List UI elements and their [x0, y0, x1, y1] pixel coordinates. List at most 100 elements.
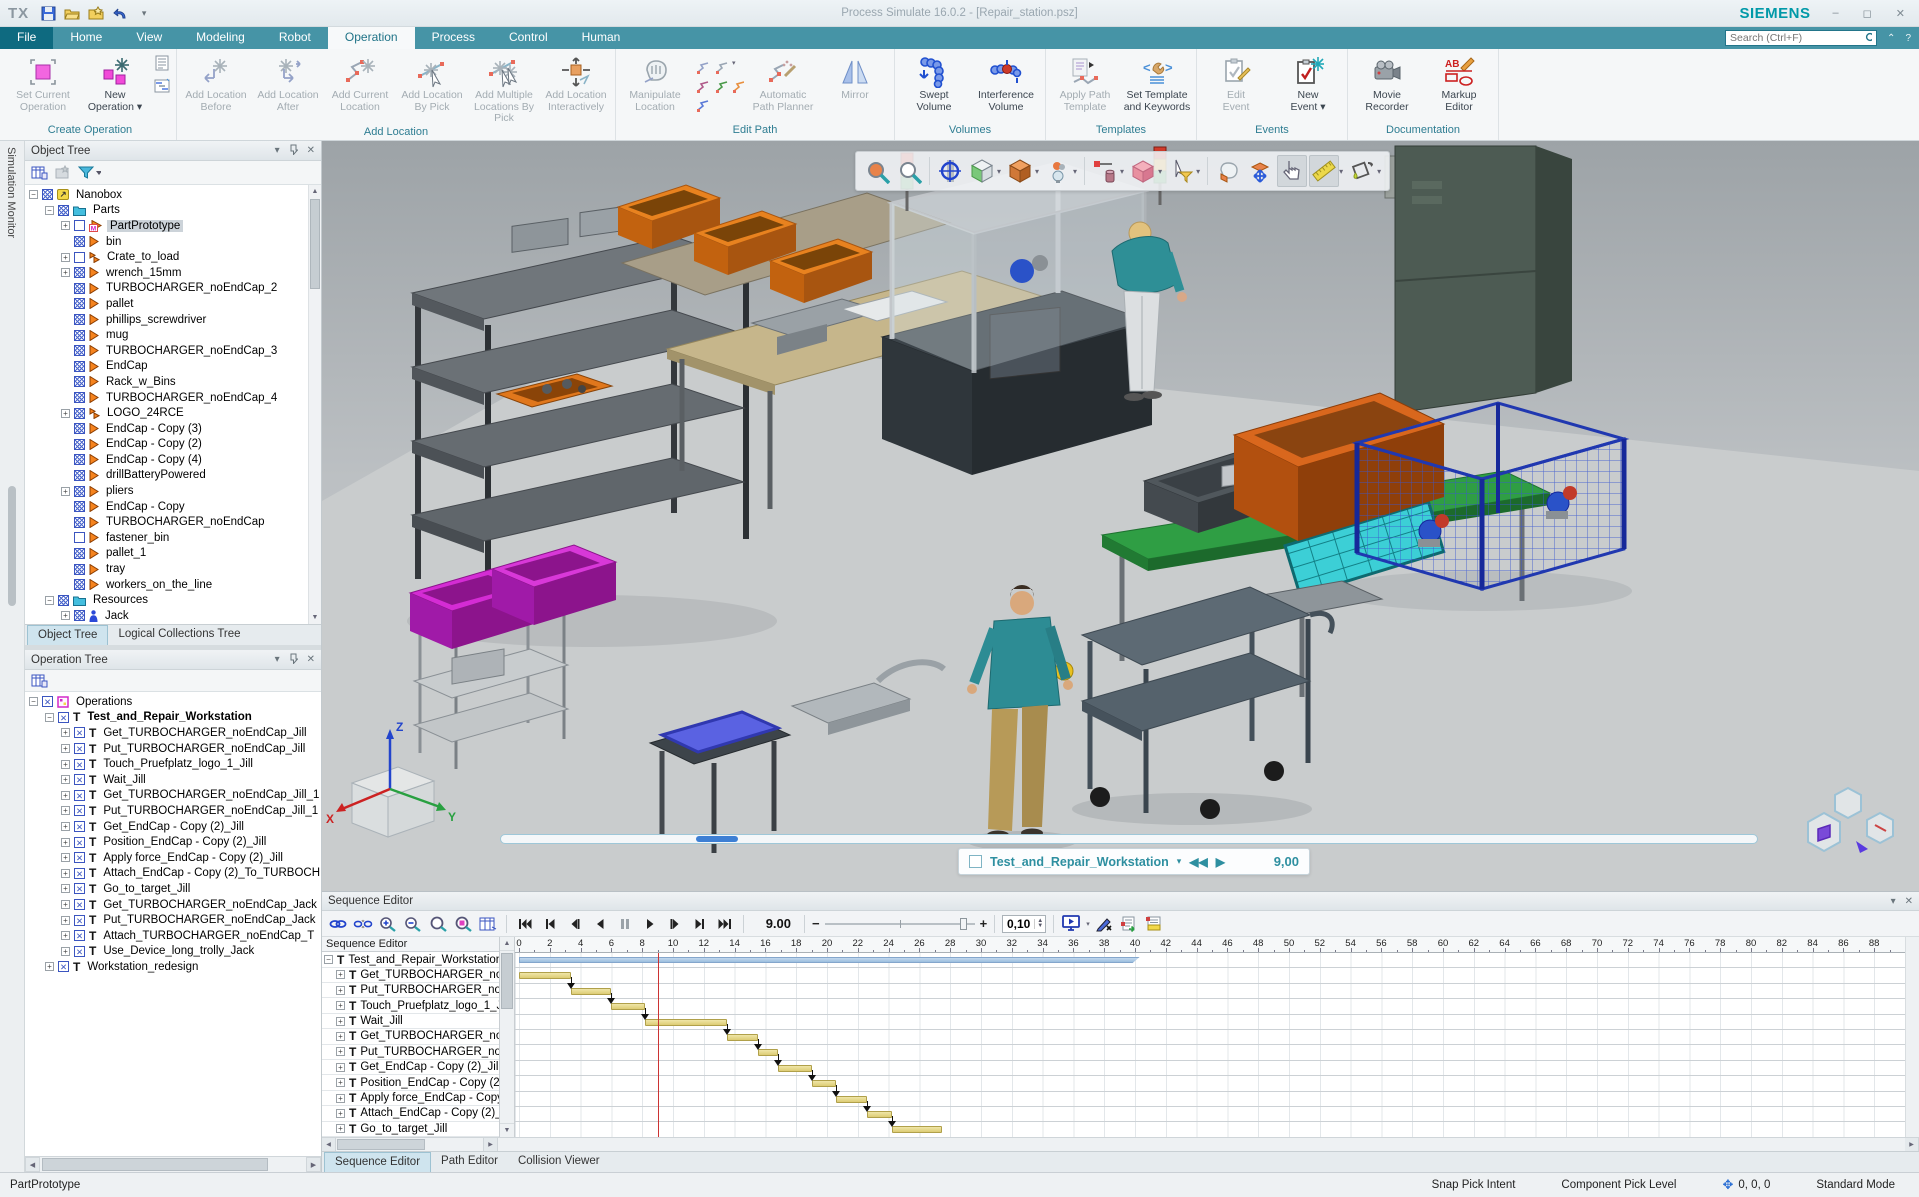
step-down-icon[interactable]: ▼	[1035, 924, 1045, 929]
object-tree-item[interactable]: +pliers	[25, 483, 308, 499]
mirror-button[interactable]: Mirror	[820, 51, 890, 123]
play-backward-icon[interactable]	[589, 914, 611, 934]
visibility-checkbox[interactable]	[74, 252, 85, 263]
operation-tree-item[interactable]: +TWait_Jill	[25, 772, 321, 788]
new-collection-icon[interactable]	[54, 165, 71, 180]
scroll-right-icon[interactable]: ▶	[484, 1138, 498, 1151]
frame-back-icon[interactable]	[539, 914, 561, 934]
sequence-row[interactable]: +TWait_Jill	[322, 1014, 499, 1029]
play-button[interactable]: ▶	[1216, 855, 1225, 869]
paint-bucket-icon[interactable]	[1347, 155, 1377, 187]
zoom-in-icon[interactable]	[377, 914, 399, 934]
bottom-tab-collision-viewer[interactable]: Collision Viewer	[508, 1152, 610, 1172]
sequence-row[interactable]: +TGet_TURBOCHARGER_noEndCap_Jill	[322, 968, 499, 983]
object-tree-item[interactable]: TURBOCHARGER_noEndCap_4	[25, 390, 308, 406]
operation-tree-item[interactable]: −TTest_and_Repair_Workstation	[25, 710, 321, 726]
expander-icon[interactable]: +	[61, 487, 70, 496]
pin-icon[interactable]	[289, 653, 298, 667]
expander-icon[interactable]: −	[45, 713, 54, 722]
scroll-right-icon[interactable]: ▶	[306, 1157, 321, 1172]
expander-icon[interactable]: +	[45, 962, 54, 971]
object-tree-item[interactable]: EndCap - Copy	[25, 499, 308, 515]
search-input[interactable]	[1730, 32, 1865, 44]
markup-button[interactable]: ABMarkup Editor	[1424, 51, 1494, 123]
visibility-checkbox[interactable]	[74, 727, 85, 738]
expander-icon[interactable]: +	[336, 1047, 345, 1056]
gantt-bar[interactable]	[727, 1034, 758, 1041]
dropdown-caret-icon[interactable]: ▾	[1035, 167, 1039, 176]
sequence-row[interactable]: +TPosition_EndCap - Copy (2)_Jill	[322, 1075, 499, 1090]
object-tree-item[interactable]: EndCap - Copy (4)	[25, 452, 308, 468]
expander-icon[interactable]: +	[61, 728, 70, 737]
sequence-vscrollbar[interactable]: ▲ ▼	[500, 937, 515, 1137]
strip-scroll-thumb[interactable]	[8, 486, 16, 606]
object-tree-scrollbar[interactable]: ▲ ▼	[308, 185, 321, 624]
expander-icon[interactable]: +	[336, 970, 345, 979]
operation-tree-item[interactable]: +TWorkstation_redesign	[25, 959, 321, 975]
visibility-checkbox[interactable]	[74, 759, 85, 770]
visibility-checkbox[interactable]	[74, 501, 85, 512]
expander-icon[interactable]: +	[336, 1017, 345, 1026]
skip-start-icon[interactable]	[514, 914, 536, 934]
object-tree-item[interactable]: −Parts	[25, 203, 308, 219]
visibility-checkbox[interactable]	[74, 930, 85, 941]
unlink-icon[interactable]	[352, 914, 374, 934]
smooth-path-icon[interactable]	[732, 78, 744, 96]
dropdown-caret-icon[interactable]: ▾	[1158, 167, 1162, 176]
zoom-minus-icon[interactable]: −	[812, 916, 820, 931]
dropdown-caret-icon[interactable]: ▾	[1196, 167, 1200, 176]
zoom-out-icon[interactable]	[894, 155, 924, 187]
visibility-checkbox[interactable]	[74, 345, 85, 356]
operation-tree-item[interactable]: +TPosition_EndCap - Copy (2)_Jill	[25, 834, 321, 850]
tab-operation[interactable]: Operation	[328, 27, 415, 49]
jump-to-start-button[interactable]: ◀◀	[1189, 855, 1207, 869]
scroll-up-icon[interactable]: ▲	[309, 185, 321, 198]
expander-icon[interactable]: +	[61, 409, 70, 418]
scroll-right-icon[interactable]: ▶	[1905, 1138, 1919, 1151]
object-tree-item[interactable]: TURBOCHARGER_noEndCap_2	[25, 281, 308, 297]
gantt-bar[interactable]	[571, 988, 611, 995]
set-template-button[interactable]: <>Set Template and Keywords	[1122, 51, 1192, 123]
visibility-checkbox[interactable]	[74, 548, 85, 559]
visibility-checkbox[interactable]	[58, 712, 69, 723]
center-target-icon[interactable]	[935, 155, 965, 187]
visibility-checkbox[interactable]	[42, 696, 53, 707]
scroll-down-icon[interactable]: ▼	[309, 611, 321, 624]
expander-icon[interactable]: +	[61, 611, 70, 620]
loc-pick-button[interactable]: Add Location By Pick	[397, 51, 467, 125]
restore-button[interactable]: ◻	[1863, 7, 1872, 20]
loc-inter-button[interactable]: Add Location Interactively	[541, 51, 611, 125]
tab-view[interactable]: View	[119, 27, 179, 49]
object-tree-item[interactable]: +wrench_15mm	[25, 265, 308, 281]
visibility-checkbox[interactable]	[74, 517, 85, 528]
expander-icon[interactable]: +	[336, 1032, 345, 1041]
scroll-up-icon[interactable]: ▲	[500, 937, 514, 951]
visibility-checkbox[interactable]	[58, 595, 69, 606]
open-icon[interactable]	[63, 4, 81, 22]
visibility-checkbox[interactable]	[74, 392, 85, 403]
sequence-row[interactable]: +TAttach_EndCap - Copy (2)_To_TURBOCH	[322, 1106, 499, 1121]
loc-after-button[interactable]: Add Location After	[253, 51, 323, 125]
frame-forward-icon[interactable]	[689, 914, 711, 934]
expander-icon[interactable]: −	[45, 206, 54, 215]
object-tree-item[interactable]: EndCap	[25, 359, 308, 375]
visibility-checkbox[interactable]	[74, 774, 85, 785]
expander-icon[interactable]: +	[61, 838, 70, 847]
link-icon[interactable]	[327, 914, 349, 934]
planner-button[interactable]: Automatic Path Planner	[748, 51, 818, 123]
gantt-bar[interactable]	[758, 1049, 778, 1056]
sequence-row[interactable]: +TApply force_EndCap - Copy (2)_Jill	[322, 1091, 499, 1106]
expander-icon[interactable]: +	[336, 1001, 345, 1010]
operation-tree-item[interactable]: +TGo_to_target_Jill	[25, 881, 321, 897]
panel-menu-icon[interactable]: ▾	[275, 654, 280, 665]
sequence-hscrollbar[interactable]: ◀ ▶ ▶	[322, 1137, 1919, 1151]
visibility-checkbox[interactable]	[74, 790, 85, 801]
object-tree-item[interactable]: EndCap - Copy (2)	[25, 437, 308, 453]
sequence-row[interactable]: +TGo_to_target_Jill	[322, 1122, 499, 1137]
tab-human[interactable]: Human	[565, 27, 638, 49]
expander-icon[interactable]: +	[336, 986, 345, 995]
visibility-checkbox[interactable]	[74, 821, 85, 832]
operation-tree-item[interactable]: +TTouch_Pruefplatz_logo_1_Jill	[25, 756, 321, 772]
object-tree-item[interactable]: +Crate_to_load	[25, 249, 308, 265]
test-machine[interactable]	[882, 147, 1166, 475]
